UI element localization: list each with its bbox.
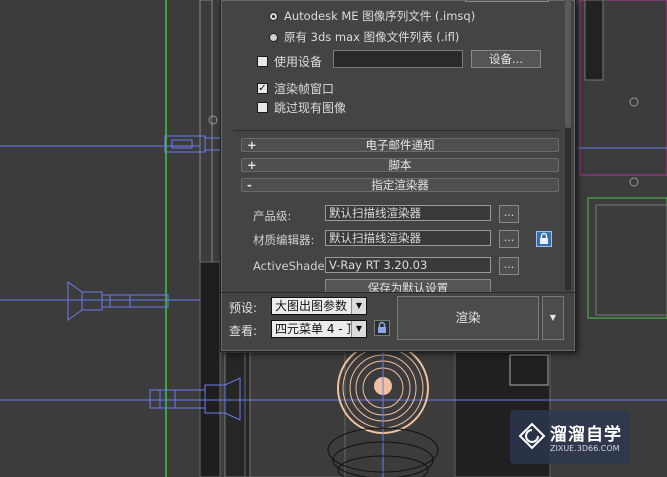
material-editor-label: 材质编辑器: — [253, 233, 315, 247]
save-as-default-button[interactable]: 保存为默认设置 — [325, 279, 491, 292]
production-renderer-field: 默认扫描线渲染器 — [325, 205, 491, 221]
view-dropdown[interactable]: 四元菜单 4 - 顶 ▼ — [271, 320, 367, 338]
rollout-scripts-title: 脚本 — [388, 158, 412, 172]
radio-imsq-label: Autodesk ME 图像序列文件 (.imsq) — [284, 9, 476, 23]
render-button[interactable]: 渲染 — [397, 296, 539, 340]
activeshade-label: ActiveShade: — [253, 259, 329, 273]
preset-label: 预设: — [229, 301, 258, 315]
use-device-row[interactable]: 使用设备 — [257, 53, 322, 70]
rollout-assign-renderer[interactable]: - 指定渲染器 — [241, 178, 559, 192]
rollout-scripts[interactable]: + 脚本 — [241, 158, 559, 172]
activeshade-renderer-field: V-Ray RT 3.20.03 — [325, 257, 491, 273]
device-button[interactable]: 设备... — [471, 50, 541, 68]
chevron-down-icon: ▼ — [549, 313, 557, 322]
chevron-down-icon: ▼ — [351, 298, 366, 314]
preset-value: 大图出图参数 — [275, 299, 348, 313]
render-frame-window-row[interactable]: ✓ 渲染帧窗口 — [257, 80, 334, 97]
render-frame-window-checkbox[interactable]: ✓ — [257, 83, 268, 94]
use-device-checkbox[interactable] — [257, 56, 268, 67]
rollout-email[interactable]: + 电子邮件通知 — [241, 138, 559, 152]
scrollbar-thumb[interactable] — [565, 0, 571, 128]
radio-imsq-row[interactable]: Autodesk ME 图像序列文件 (.imsq) — [269, 8, 475, 24]
radio-ifl[interactable] — [269, 32, 278, 42]
lock-icon[interactable] — [536, 231, 552, 247]
material-editor-browse-button[interactable]: ... — [499, 230, 519, 248]
production-browse-button[interactable]: ... — [499, 205, 519, 223]
skip-existing-checkbox[interactable] — [257, 102, 268, 113]
bottom-divider — [221, 292, 575, 293]
rollout-email-title: 电子邮件通知 — [365, 138, 435, 152]
use-device-label: 使用设备 — [274, 55, 323, 69]
watermark-logo-icon — [518, 422, 546, 450]
skip-existing-label: 跳过现有图像 — [274, 101, 347, 115]
settings-panel: Autodesk ME 图像序列文件 (.imsq) 原有 3ds max 图像… — [229, 0, 563, 292]
divider — [233, 130, 559, 131]
skip-existing-row[interactable]: 跳过现有图像 — [257, 99, 346, 116]
files-button[interactable] — [465, 0, 549, 2]
radio-imsq[interactable] — [269, 11, 278, 21]
view-value: 四元菜单 4 - 顶 — [275, 322, 359, 336]
save-default-clip: 保存为默认设置 — [325, 279, 491, 292]
watermark: 溜溜自学 ZIXUE.3D66.COM — [510, 410, 630, 464]
preset-dropdown[interactable]: 大图出图参数 ▼ — [271, 297, 367, 315]
render-frame-window-label: 渲染帧窗口 — [274, 82, 335, 96]
activeshade-browse-button[interactable]: ... — [499, 257, 519, 275]
watermark-subtitle: ZIXUE.3D66.COM — [550, 444, 620, 453]
render-options-dropdown[interactable]: ▼ — [542, 296, 564, 340]
chevron-down-icon: ▼ — [351, 321, 366, 337]
lock-icon[interactable] — [374, 320, 390, 336]
render-setup-dialog: Autodesk ME 图像序列文件 (.imsq) 原有 3ds max 图像… — [220, 0, 576, 352]
radio-ifl-row[interactable]: 原有 3ds max 图像文件列表 (.ifl) — [269, 29, 459, 45]
view-label: 查看: — [229, 324, 258, 338]
material-editor-renderer-field: 默认扫描线渲染器 — [325, 230, 491, 246]
radio-ifl-label: 原有 3ds max 图像文件列表 (.ifl) — [284, 30, 460, 44]
production-label: 产品级: — [253, 209, 292, 223]
device-name-field[interactable] — [333, 50, 463, 68]
watermark-title: 溜溜自学 — [550, 425, 622, 445]
rollout-assign-renderer-title: 指定渲染器 — [371, 178, 429, 192]
